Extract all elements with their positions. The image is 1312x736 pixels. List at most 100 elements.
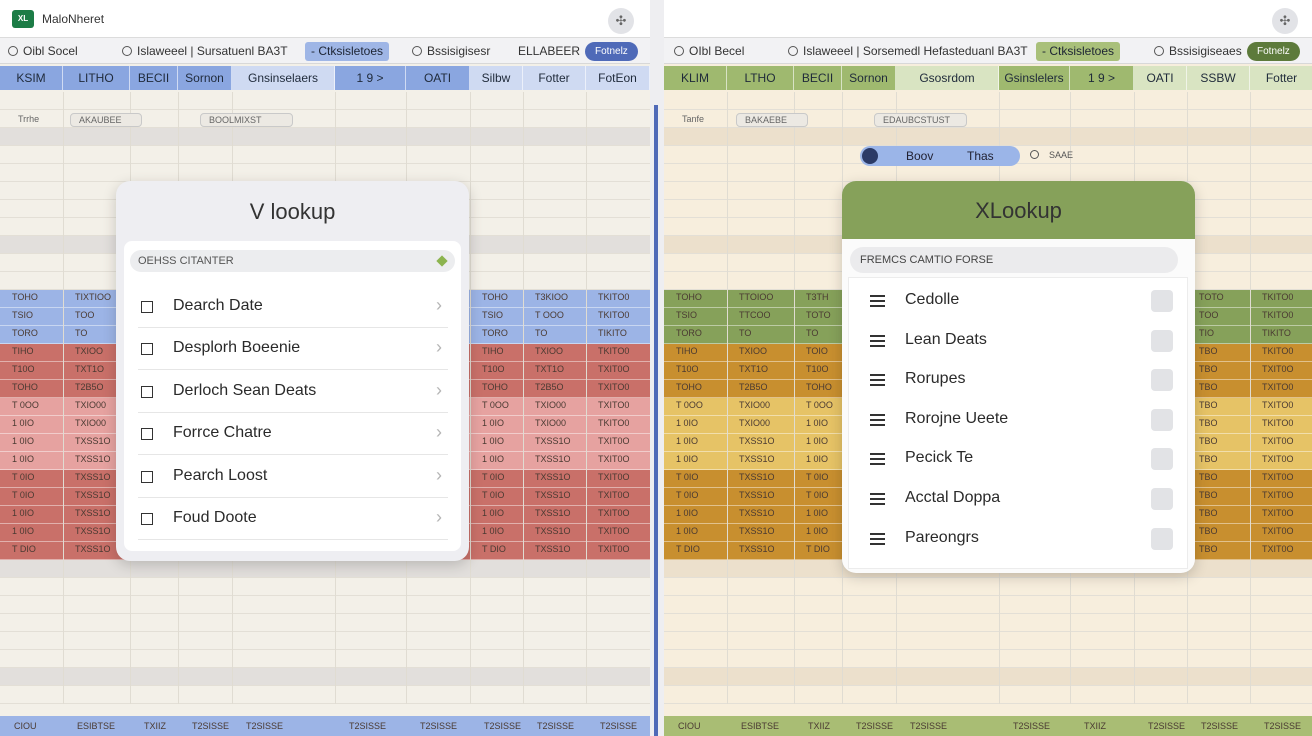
table-cell[interactable]: TO [739, 328, 751, 338]
table-cell[interactable]: 1 0IO [12, 526, 34, 536]
table-cell[interactable]: TIHO [12, 346, 34, 356]
table-cell[interactable]: TXSS1O [535, 490, 571, 500]
column-header[interactable]: Gsinslelers [999, 66, 1070, 90]
table-cell[interactable]: TXIT0O [598, 454, 630, 464]
table-cell[interactable]: TOHO [12, 292, 38, 302]
table-cell[interactable]: TXIT0O [598, 472, 630, 482]
table-cell[interactable]: TBO [1199, 454, 1218, 464]
lookup-option[interactable]: Cedolle [867, 286, 1177, 316]
table-cell[interactable]: 1 0IO [482, 508, 504, 518]
table-cell[interactable]: TXSS1O [75, 436, 111, 446]
table-cell[interactable]: T2B5O [739, 382, 768, 392]
table-cell[interactable]: TBO [1199, 382, 1218, 392]
table-cell[interactable]: TXIOO [739, 346, 767, 356]
table-cell[interactable]: 1 0IO [12, 436, 34, 446]
column-header[interactable]: Sornon [178, 66, 232, 90]
table-cell[interactable]: T 0OO [806, 400, 833, 410]
table-cell[interactable]: TXSS1O [739, 436, 775, 446]
lookup-option[interactable]: Derloch Sean Deats › [138, 371, 448, 413]
table-cell[interactable]: T DIO [806, 544, 830, 554]
table-cell[interactable]: TXSS1O [739, 508, 775, 518]
column-header[interactable]: LITHO [63, 66, 130, 90]
table-cell[interactable]: TXIO00 [75, 400, 106, 410]
checkbox-icon[interactable] [1151, 408, 1173, 431]
footer-cell[interactable]: ESIBTSE [77, 721, 115, 731]
table-cell[interactable]: T10O [676, 364, 699, 374]
table-cell[interactable]: TOHO [482, 292, 508, 302]
table-cell[interactable]: TOO [75, 310, 94, 320]
footer-cell[interactable]: T2SISSE [537, 721, 574, 731]
table-cell[interactable]: TOIO [806, 346, 828, 356]
table-cell[interactable]: TTCOO [739, 310, 771, 320]
column-header[interactable]: SSBW [1187, 66, 1250, 90]
footer-cell[interactable]: T2SISSE [600, 721, 637, 731]
table-cell[interactable]: TXIT0O [1262, 508, 1294, 518]
table-cell[interactable]: 1 0IO [12, 454, 34, 464]
table-cell[interactable]: TSIO [676, 310, 697, 320]
table-cell[interactable]: T3KIOO [535, 292, 568, 302]
table-cell[interactable]: TXITO0 [1262, 400, 1293, 410]
checkbox-icon[interactable] [141, 301, 153, 313]
table-cell[interactable]: TXSS1O [739, 454, 775, 464]
table-cell[interactable]: TXSS1O [535, 526, 571, 536]
table-cell[interactable]: TOHO [676, 382, 702, 392]
table-cell[interactable]: TXSS1O [739, 472, 775, 482]
column-header[interactable]: 1 9 > [1070, 66, 1134, 90]
table-cell[interactable]: T 0OO [482, 400, 509, 410]
lookup-option[interactable]: Lean Deats [867, 326, 1177, 356]
side-option[interactable]: SAAE [1030, 150, 1073, 160]
table-cell[interactable]: T3TH [806, 292, 829, 302]
table-cell[interactable]: TBO [1199, 526, 1218, 536]
filter-field[interactable]: Trrhe [10, 113, 60, 127]
table-cell[interactable]: TORO [12, 328, 38, 338]
table-cell[interactable]: T2B5O [75, 382, 104, 392]
column-header[interactable]: KLIM [664, 66, 727, 90]
table-cell[interactable]: TKITO0 [1262, 346, 1293, 356]
mode-toggle[interactable]: Boov Thas [860, 146, 1020, 166]
table-cell[interactable]: T 0IO [806, 472, 828, 482]
table-cell[interactable]: T 0IO [482, 472, 504, 482]
table-cell[interactable]: TXIT0O [1262, 490, 1294, 500]
table-cell[interactable]: TBO [1199, 400, 1218, 410]
table-cell[interactable]: TIXTIOO [75, 292, 111, 302]
checkbox-icon[interactable] [1151, 488, 1173, 510]
column-header[interactable]: FotEon [586, 66, 650, 90]
table-cell[interactable]: TXITO0 [1262, 382, 1293, 392]
table-cell[interactable]: T10O [482, 364, 505, 374]
footer-cell[interactable]: T2SISSE [420, 721, 457, 731]
lookup-option[interactable]: Forrce Chatre › [138, 413, 448, 456]
table-cell[interactable]: TXT1O [535, 364, 564, 374]
table-cell[interactable]: T 0IO [12, 490, 34, 500]
lookup-option[interactable]: Foud Doote › [138, 498, 448, 540]
table-cell[interactable]: TXSS1O [535, 508, 571, 518]
table-cell[interactable]: TXSS1O [739, 526, 775, 536]
table-cell[interactable]: TXIT0O [1262, 472, 1294, 482]
drag-handle-icon[interactable] [870, 493, 885, 505]
table-cell[interactable]: 1 0IO [482, 454, 504, 464]
column-header[interactable]: KSIM [0, 66, 63, 90]
lookup-option[interactable]: Dearch Date › [138, 286, 448, 328]
table-cell[interactable]: TXSS1O [535, 436, 571, 446]
table-cell[interactable]: TOHO [482, 382, 508, 392]
column-header[interactable]: Gsosrdom [896, 66, 999, 90]
criteria-search-field[interactable]: OEHSS CITANTER [130, 250, 455, 272]
table-cell[interactable]: TO [535, 328, 547, 338]
table-cell[interactable]: T2B5O [535, 382, 564, 392]
table-cell[interactable]: 1 0IO [12, 508, 34, 518]
lookup-option[interactable]: Pareongrs [867, 524, 1177, 554]
table-cell[interactable]: 1 0IO [806, 454, 828, 464]
table-cell[interactable]: TXSS1O [535, 544, 571, 554]
table-cell[interactable]: TXITO0 [598, 382, 629, 392]
lookup-option[interactable]: Pearch Loost › [138, 456, 448, 498]
table-cell[interactable]: TXIT0O [598, 544, 630, 554]
column-header[interactable]: Silbw [470, 66, 523, 90]
lookup-option[interactable]: Desplorh Boeenie › [138, 328, 448, 371]
settings-gear-icon[interactable]: ✣ [1272, 8, 1298, 34]
checkbox-icon[interactable] [1151, 448, 1173, 471]
drag-handle-icon[interactable] [870, 453, 885, 466]
column-header[interactable]: Fotter [523, 66, 586, 90]
table-cell[interactable]: TKITO0 [1262, 292, 1293, 302]
footer-cell[interactable]: TXIIZ [144, 721, 166, 731]
lookup-option[interactable]: Rorupes [867, 365, 1177, 395]
table-cell[interactable]: 1 0IO [676, 454, 698, 464]
